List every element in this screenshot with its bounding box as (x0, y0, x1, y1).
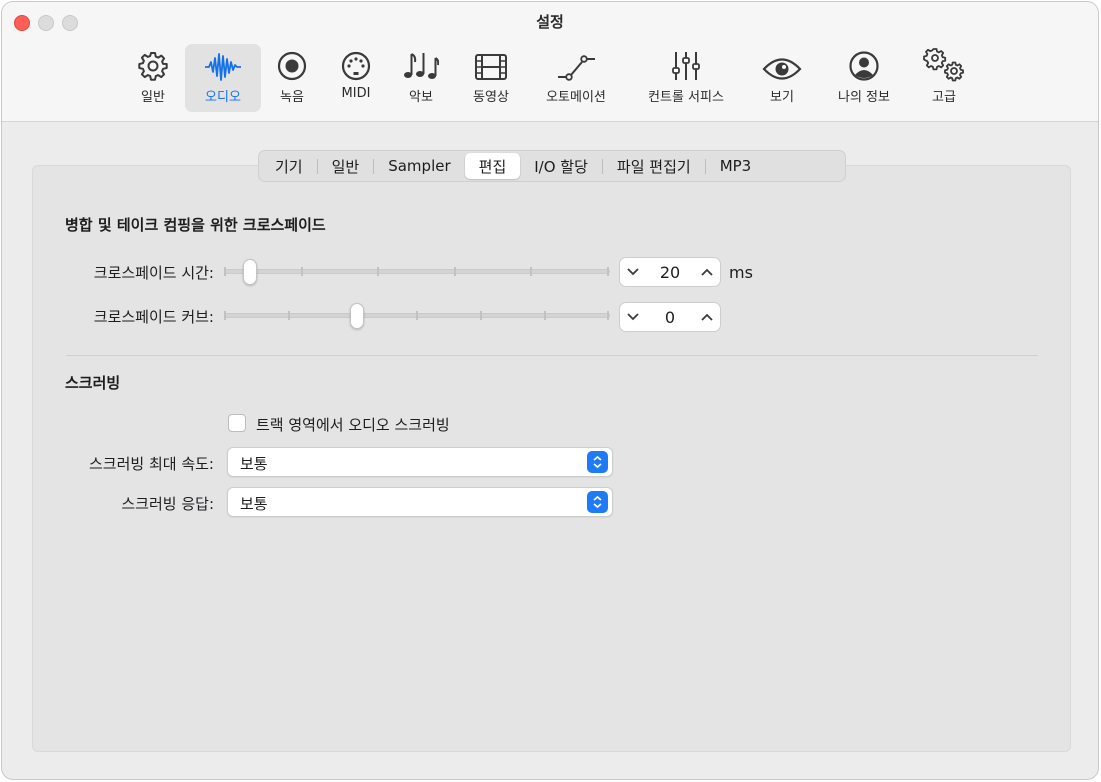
popup-chevrons-icon (587, 491, 608, 513)
settings-toolbar: 일반 오디오 녹음 MIDI 악보 동영상 오토메이션 컨트롤 서피스 보기 나… (2, 44, 1098, 112)
slider-tick (301, 267, 303, 276)
toolbar-item-label: 보기 (770, 90, 794, 105)
tab-sampler[interactable]: Sampler (374, 153, 464, 179)
tab-file-editor[interactable]: 파일 편집기 (603, 153, 705, 179)
crossfade-curve-value[interactable]: 0 (646, 308, 694, 327)
chevron-up-icon[interactable] (694, 303, 720, 331)
toolbar-item-view[interactable]: 보기 (757, 44, 807, 112)
slider-tick (607, 311, 609, 320)
gears-icon (923, 44, 965, 82)
chevron-down-icon[interactable] (620, 258, 646, 286)
slider-tick (607, 267, 609, 276)
slider-tick (454, 267, 456, 276)
record-icon (276, 44, 308, 82)
eye-icon (762, 44, 802, 82)
toolbar-item-score[interactable]: 악보 (396, 44, 446, 112)
slider-tick (377, 267, 379, 276)
scrub-response-popup[interactable]: 보통 (227, 487, 613, 517)
audio-settings-tabs: 기기 일반 Sampler 편집 I/O 할당 파일 편집기 MP3 (258, 150, 846, 182)
chevron-up-icon[interactable] (694, 258, 720, 286)
toolbar-item-video[interactable]: 동영상 (464, 44, 518, 112)
crossfade-time-label: 크로스페이드 시간: (93, 264, 214, 282)
crossfade-section-title: 병합 및 테이크 컴핑을 위한 크로스페이드 (65, 216, 326, 234)
audio-scrubbing-checkbox-label[interactable]: 트랙 영역에서 오디오 스크러빙 (256, 414, 450, 435)
toolbar-item-label: MIDI (341, 86, 371, 101)
crossfade-time-value[interactable]: 20 (646, 263, 694, 282)
toolbar-item-control-surfaces[interactable]: 컨트롤 서피스 (638, 44, 734, 112)
toolbar-item-label: 녹음 (280, 90, 304, 105)
audio-scrubbing-checkbox[interactable] (228, 414, 246, 432)
slider-tick (224, 267, 226, 276)
crossfade-curve-stepper[interactable]: 0 (619, 302, 721, 332)
settings-window: 설정 일반 오디오 녹음 MIDI 악보 동영상 오토메이션 컨트롤 서피스 보… (1, 1, 1099, 780)
scrub-response-value: 보통 (240, 495, 268, 513)
slider-tick (530, 267, 532, 276)
toolbar-item-label: 나의 정보 (838, 90, 890, 105)
toolbar-item-my-info[interactable]: 나의 정보 (827, 44, 901, 112)
window-title: 설정 (536, 13, 564, 31)
toolbar-item-label: 컨트롤 서피스 (648, 90, 724, 105)
slider-tick (416, 311, 418, 320)
toolbar-item-label: 동영상 (473, 90, 509, 105)
scrubbing-section-title: 스크러빙 (65, 374, 121, 392)
slider-tick (480, 311, 482, 320)
music-notes-icon (403, 44, 439, 82)
faders-icon (671, 44, 701, 82)
slider-tick (544, 311, 546, 320)
toolbar-item-label: 오디오 (205, 90, 241, 105)
toolbar-item-automation[interactable]: 오토메이션 (538, 44, 614, 112)
person-circle-icon (848, 44, 880, 82)
toolbar-item-advanced[interactable]: 고급 (920, 44, 968, 112)
waveform-icon (204, 44, 242, 82)
toolbar-item-audio[interactable]: 오디오 (185, 44, 261, 112)
title-bar: 설정 일반 오디오 녹음 MIDI 악보 동영상 오토메이션 컨트롤 서피스 보… (2, 2, 1098, 122)
popup-chevrons-icon (587, 451, 608, 473)
tab-general[interactable]: 일반 (318, 153, 374, 179)
tab-io-assignments[interactable]: I/O 할당 (520, 153, 602, 179)
section-divider (66, 355, 1038, 356)
film-strip-icon (474, 44, 508, 82)
crossfade-time-stepper[interactable]: 20 (619, 257, 721, 287)
toolbar-item-midi[interactable]: MIDI (330, 44, 382, 112)
slider-tick (224, 311, 226, 320)
slider-track (224, 269, 610, 274)
slider-knob[interactable] (243, 259, 257, 285)
toolbar-item-recording[interactable]: 녹음 (268, 44, 316, 112)
automation-curve-icon (556, 44, 596, 82)
crossfade-time-unit: ms (729, 263, 753, 282)
tab-devices[interactable]: 기기 (261, 153, 317, 179)
tab-mp3[interactable]: MP3 (706, 153, 766, 179)
midi-port-icon (340, 44, 372, 82)
slider-knob[interactable] (350, 303, 364, 329)
chevron-down-icon[interactable] (620, 303, 646, 331)
crossfade-time-slider[interactable] (224, 258, 610, 288)
gear-icon (137, 44, 169, 82)
crossfade-curve-label: 크로스페이드 커브: (93, 308, 214, 326)
toolbar-item-label: 악보 (409, 90, 433, 105)
toolbar-item-label: 고급 (932, 90, 956, 105)
toolbar-item-general[interactable]: 일반 (128, 44, 178, 112)
scrub-max-speed-popup[interactable]: 보통 (227, 447, 613, 477)
crossfade-curve-slider[interactable] (224, 302, 610, 332)
toolbar-item-label: 오토메이션 (546, 90, 606, 105)
tab-editing[interactable]: 편집 (464, 153, 521, 179)
scrub-response-label: 스크러빙 응답: (121, 495, 214, 513)
toolbar-item-label: 일반 (141, 90, 165, 105)
scrub-max-speed-label: 스크러빙 최대 속도: (89, 455, 214, 473)
slider-tick (288, 311, 290, 320)
scrub-max-speed-value: 보통 (240, 455, 268, 473)
